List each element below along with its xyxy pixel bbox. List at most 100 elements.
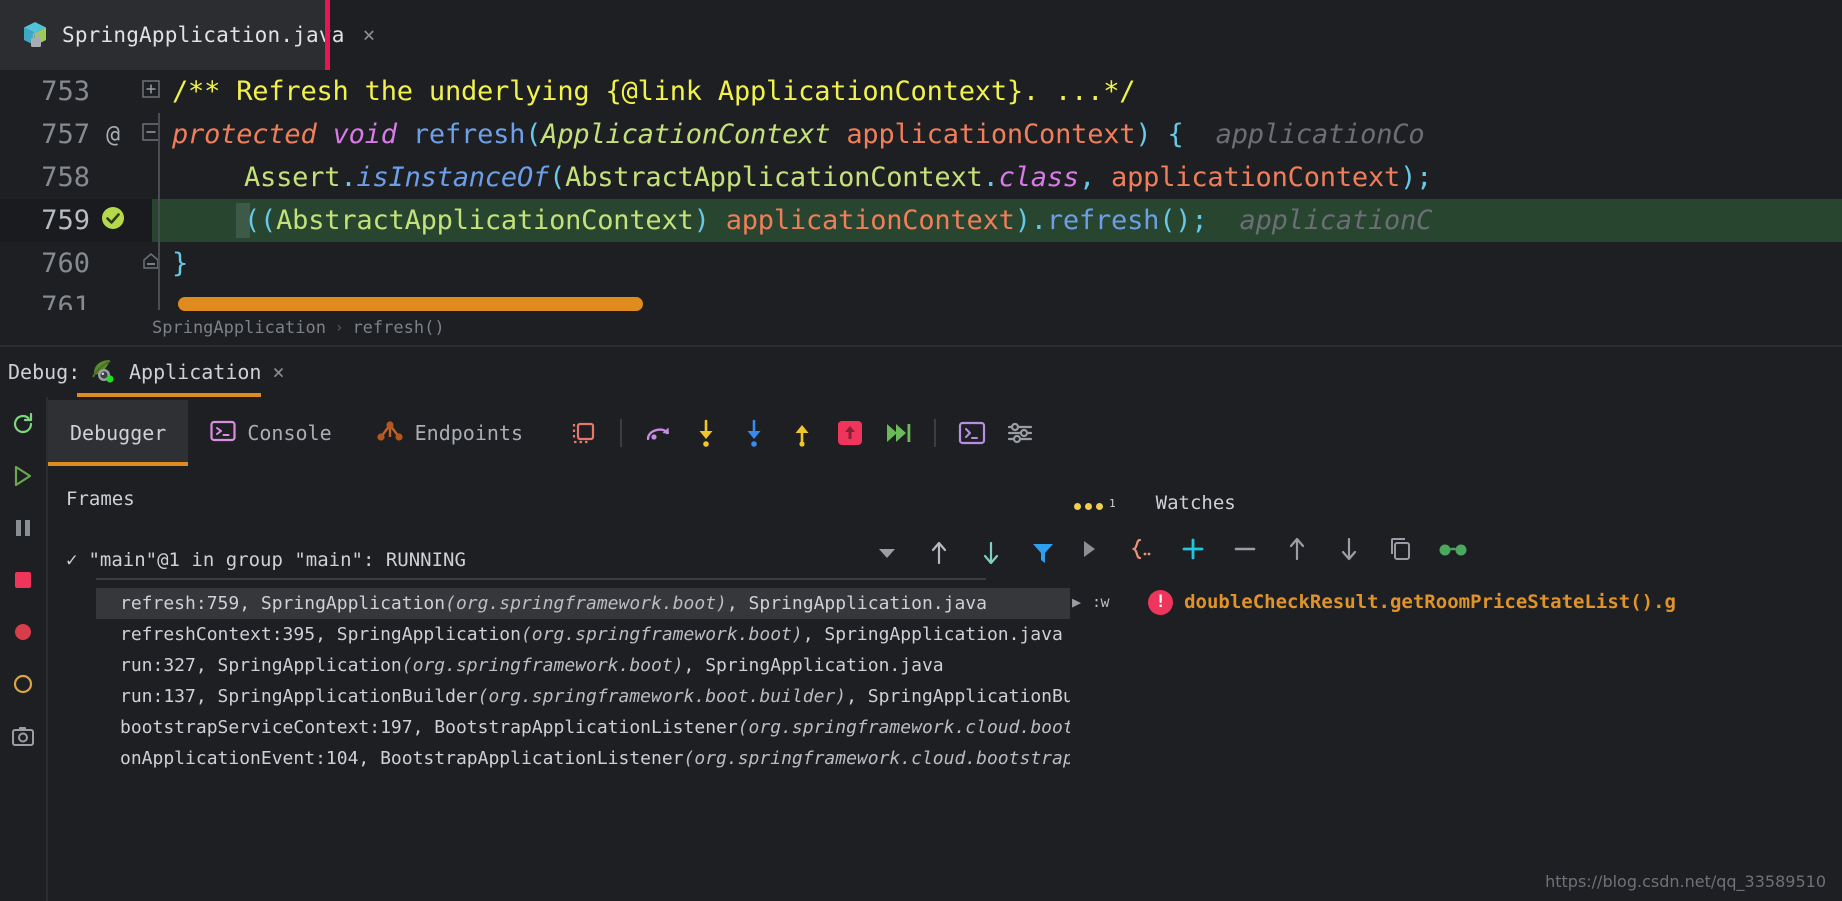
editor-tab-close-icon[interactable]: ×: [363, 25, 376, 46]
breadcrumb-item-class[interactable]: SpringApplication: [152, 318, 326, 338]
resume-program-icon[interactable]: [8, 461, 38, 491]
endpoints-icon: [376, 420, 404, 447]
code-token: ;: [1416, 162, 1432, 193]
play-evaluate-icon[interactable]: [1072, 532, 1106, 566]
pause-program-icon[interactable]: [8, 513, 38, 543]
glasses-icon[interactable]: [1436, 532, 1470, 566]
frames-panel: Frames ✓ "main"@1 in group "main": RUNNI…: [48, 470, 1068, 901]
tab-console-label: Console: [247, 421, 331, 445]
debug-header: Debug: Application ×: [0, 347, 1842, 397]
frame-row[interactable]: run:137, SpringApplicationBuilder (org.s…: [96, 681, 1110, 712]
watch-dots-icon[interactable]: 1: [1074, 497, 1116, 510]
layout-settings-icon[interactable]: [563, 412, 605, 454]
stop-icon[interactable]: [8, 565, 38, 595]
move-up-icon[interactable]: [1280, 532, 1314, 566]
toolbar-separator-2: [934, 419, 936, 447]
watch-expression[interactable]: doubleCheckResult.getRoomPriceStateList(…: [1184, 591, 1676, 613]
code-token: ): [1015, 205, 1031, 236]
frame-file: , SpringApplication.java: [727, 593, 987, 614]
indent-guide: [158, 156, 160, 199]
frame-method: onApplicationEvent:104, BootstrapApplica…: [120, 748, 684, 769]
frame-method: run:327, SpringApplication: [120, 655, 402, 676]
watches-title: Watches: [1156, 492, 1236, 514]
frame-row[interactable]: refresh:759, SpringApplication (org.spri…: [96, 588, 1110, 619]
step-out-icon[interactable]: [781, 412, 823, 454]
breadcrumb: SpringApplication › refresh(): [0, 313, 1842, 343]
code-text: protected void refresh(ApplicationContex…: [172, 119, 1424, 150]
braces-icon[interactable]: [1124, 532, 1158, 566]
code-token: (: [549, 162, 565, 193]
code-line[interactable]: 759((AbstractApplicationContext) applica…: [0, 199, 1842, 242]
debugger-step-toolbar: [563, 412, 1041, 454]
spring-boot-debug-icon: [90, 357, 118, 387]
code-line[interactable]: 758Assert.isInstanceOf(AbstractApplicati…: [0, 156, 1842, 199]
line-number: 753: [18, 76, 90, 107]
remove-watch-icon[interactable]: [1228, 532, 1262, 566]
copy-icon[interactable]: [1384, 532, 1418, 566]
code-line[interactable]: 753 /** Refresh the underlying {@link App…: [0, 70, 1842, 113]
code-token: applicationContext: [710, 205, 1015, 236]
editor-horizontal-scrollbar[interactable]: [178, 297, 643, 311]
gutter-annotation-icon[interactable]: @: [96, 122, 130, 148]
frame-row[interactable]: refreshContext:395, SpringApplication (o…: [96, 619, 1110, 650]
watch-expand-icon[interactable]: ▶: [1072, 593, 1081, 611]
code-line[interactable]: 757@protected void refresh(ApplicationCo…: [0, 113, 1842, 156]
screenshot-icon[interactable]: [8, 721, 38, 751]
line-number: 759: [18, 205, 90, 236]
breakpoint-verified-icon[interactable]: [96, 205, 130, 237]
view-breakpoints-icon[interactable]: [8, 617, 38, 647]
code-token: ((: [244, 205, 276, 236]
code-text: Assert.isInstanceOf(AbstractApplicationC…: [244, 162, 1432, 193]
evaluate-expression-icon[interactable]: [951, 412, 993, 454]
arrow-down-icon[interactable]: [974, 536, 1008, 570]
frame-package: (org.springframework.boot): [402, 655, 684, 676]
step-into-icon[interactable]: [685, 412, 727, 454]
frame-row[interactable]: run:327, SpringApplication (org.springfr…: [96, 650, 1110, 681]
chevron-down-icon[interactable]: [870, 536, 904, 570]
settings-icon[interactable]: [999, 412, 1041, 454]
run-to-cursor-icon[interactable]: [877, 412, 919, 454]
add-watch-icon[interactable]: [1176, 532, 1210, 566]
filter-icon[interactable]: [1026, 536, 1060, 570]
editor-tab-springapplication[interactable]: SpringApplication.java ×: [0, 0, 330, 70]
code-token: isInstanceOf: [356, 162, 549, 193]
code-token: (: [525, 119, 541, 150]
watch-row[interactable]: ▶ :w ! doubleCheckResult.getRoomPriceSta…: [1072, 585, 1842, 619]
java-class-cube-icon: [22, 21, 48, 49]
toolbar-separator: [620, 419, 622, 447]
tab-console[interactable]: Console: [188, 400, 353, 466]
breadcrumb-item-method[interactable]: refresh(): [352, 318, 444, 338]
tab-endpoints[interactable]: Endpoints: [354, 400, 545, 466]
frame-method: refreshContext:395, SpringApplication: [120, 624, 521, 645]
frame-row[interactable]: bootstrapServiceContext:197, BootstrapAp…: [96, 712, 1110, 743]
fold-marker-icon[interactable]: [140, 79, 162, 104]
code-token: (): [1159, 205, 1191, 236]
debug-session-close-icon[interactable]: ×: [272, 360, 284, 384]
frames-list[interactable]: refresh:759, SpringApplication (org.spri…: [96, 588, 1110, 774]
frame-row[interactable]: onApplicationEvent:104, BootstrapApplica…: [96, 743, 1110, 774]
editor-tab-label: SpringApplication.java: [62, 23, 345, 47]
frame-file: , SpringApplication.java: [684, 655, 944, 676]
line-number: 761: [18, 291, 90, 310]
frame-package: (org.springframework.cloud.bootstrap): [684, 748, 1085, 769]
debug-session-tab[interactable]: Application ×: [90, 347, 285, 397]
watch-error-badge: !: [1148, 590, 1173, 615]
code-token: applicationCo: [1184, 119, 1425, 150]
thread-selector[interactable]: ✓ "main"@1 in group "main": RUNNING: [66, 542, 966, 578]
arrow-up-icon[interactable]: [922, 536, 956, 570]
debug-session-label: Application: [129, 360, 261, 384]
code-line[interactable]: 760}: [0, 242, 1842, 285]
move-down-icon[interactable]: [1332, 532, 1366, 566]
step-over-icon[interactable]: [637, 412, 679, 454]
code-editor[interactable]: 753 /** Refresh the underlying {@link App…: [0, 70, 1842, 310]
drop-frame-icon[interactable]: [829, 412, 871, 454]
watches-controls: [1072, 532, 1470, 566]
force-step-into-icon[interactable]: [733, 412, 775, 454]
watches-panel: 1 Watches: [1070, 470, 1842, 901]
tab-debugger[interactable]: Debugger: [48, 400, 188, 466]
code-token: applicationC: [1207, 205, 1432, 236]
watermark: https://blog.csdn.net/qq_33589510: [1545, 872, 1826, 891]
mute-breakpoints-icon[interactable]: [8, 669, 38, 699]
rerun-icon[interactable]: [8, 409, 38, 439]
code-text: /** Refresh the underlying {@link Applic…: [172, 76, 1135, 107]
